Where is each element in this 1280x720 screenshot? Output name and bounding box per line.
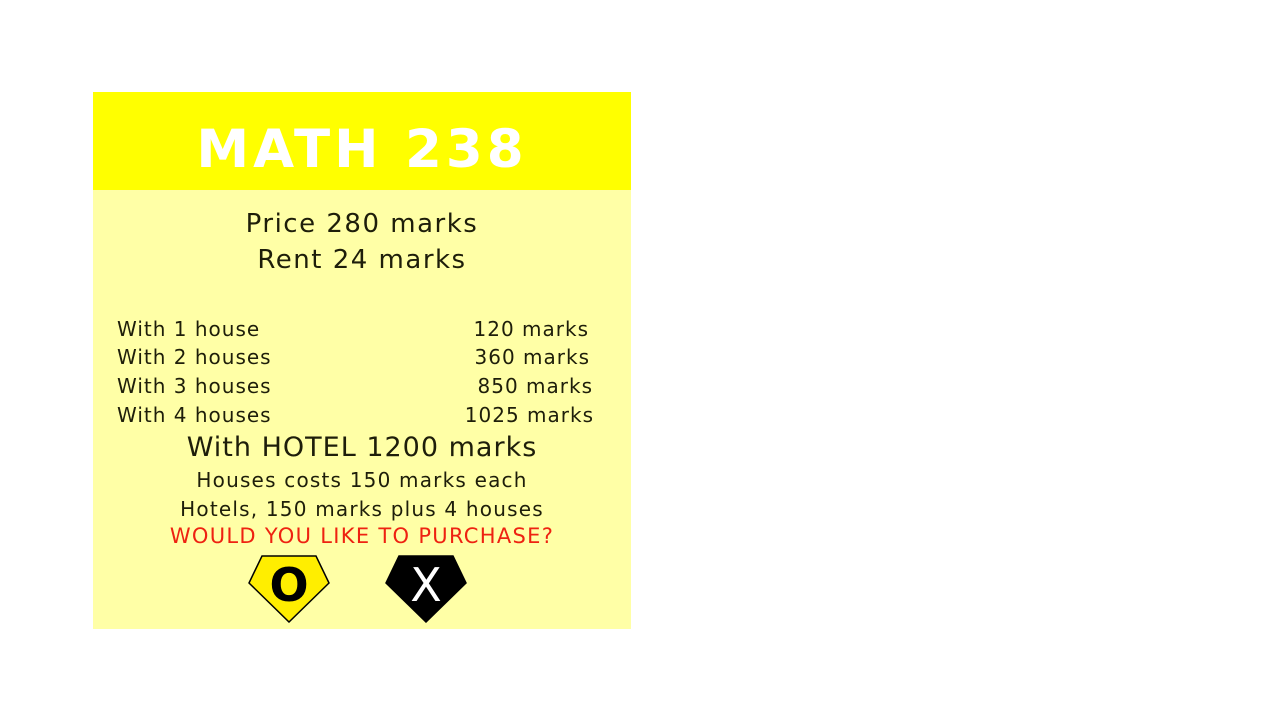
hotel-rent-text: With HOTEL 1200 marks xyxy=(186,432,538,463)
rent-row-1-house: With 1 house 120 marks xyxy=(117,317,601,343)
rent-row-label: With 3 houses xyxy=(117,374,272,398)
rent-row-amount: 850 marks xyxy=(477,374,593,398)
rent-text: Rent 24 marks xyxy=(257,245,467,275)
yes-button[interactable]: O xyxy=(248,555,330,623)
no-button-label: X xyxy=(410,558,442,612)
hotel-cost-text: Hotels, 150 marks plus 4 houses xyxy=(180,497,544,521)
rent-row-label: With 4 houses xyxy=(117,403,272,427)
property-card: MATH 238 Price 280 marks Rent 24 marks W… xyxy=(93,92,631,629)
rent-row-amount: 1025 marks xyxy=(464,403,594,427)
rent-row-amount: 120 marks xyxy=(473,317,589,341)
purchase-prompt: WOULD YOU LIKE TO PURCHASE? xyxy=(169,524,555,548)
rent-row-amount: 360 marks xyxy=(474,345,590,369)
yes-button-label: O xyxy=(269,558,309,612)
price-text: Price 280 marks xyxy=(245,209,479,239)
rent-row-3-houses: With 3 houses 850 marks xyxy=(117,374,601,400)
rent-row-label: With 2 houses xyxy=(117,345,272,369)
rent-row-4-houses: With 4 houses 1025 marks xyxy=(117,403,601,429)
house-cost-text: Houses costs 150 marks each xyxy=(196,468,528,492)
card-header: MATH 238 xyxy=(93,92,631,190)
card-title: MATH 238 xyxy=(196,118,528,180)
rent-row-label: With 1 house xyxy=(117,317,261,341)
rent-row-2-houses: With 2 houses 360 marks xyxy=(117,345,601,371)
no-button[interactable]: X xyxy=(385,555,467,623)
slide-canvas: MATH 238 Price 280 marks Rent 24 marks W… xyxy=(0,0,1280,720)
